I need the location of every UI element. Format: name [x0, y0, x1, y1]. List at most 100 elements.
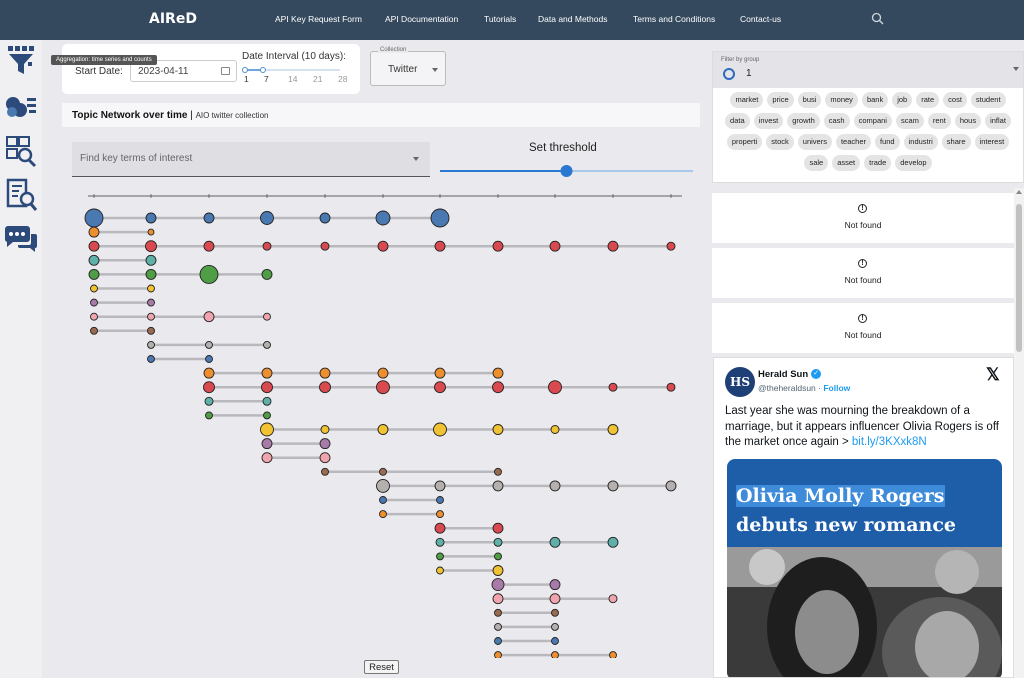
topic-node[interactable]: [377, 367, 389, 379]
topic-node[interactable]: [321, 467, 329, 476]
topic-node[interactable]: [548, 380, 562, 395]
search-icon[interactable]: [871, 12, 884, 25]
topic-node[interactable]: [607, 424, 619, 435]
topic-node[interactable]: [261, 268, 273, 280]
term-chip[interactable]: invest: [753, 113, 784, 129]
topic-node[interactable]: [494, 637, 502, 645]
topic-node[interactable]: [492, 367, 504, 379]
term-chip[interactable]: busi: [797, 92, 822, 108]
topic-node[interactable]: [434, 480, 446, 492]
term-chip[interactable]: rate: [916, 92, 940, 108]
topic-node[interactable]: [492, 565, 504, 576]
topic-node[interactable]: [145, 212, 157, 224]
tweet-handle[interactable]: @theheraldsun: [758, 383, 816, 393]
key-terms-search[interactable]: Find key terms of interest: [72, 142, 430, 177]
term-chip[interactable]: asset: [832, 155, 861, 171]
topic-node[interactable]: [90, 326, 98, 335]
topic-node[interactable]: [319, 212, 331, 224]
topic-node[interactable]: [379, 496, 387, 504]
nav-data-methods[interactable]: Data and Methods: [538, 14, 607, 24]
topic-node[interactable]: [379, 467, 387, 476]
topic-node[interactable]: [666, 241, 676, 251]
topic-node[interactable]: [262, 396, 272, 406]
topic-node[interactable]: [494, 608, 502, 617]
topic-node[interactable]: [145, 268, 157, 280]
topic-node[interactable]: [666, 382, 676, 392]
topic-node[interactable]: [203, 240, 215, 252]
topic-node[interactable]: [607, 240, 619, 252]
topic-node[interactable]: [261, 452, 273, 464]
term-chip[interactable]: univers: [797, 134, 832, 150]
topic-node[interactable]: [88, 254, 100, 266]
app-brand[interactable]: AIReD: [149, 11, 197, 27]
topic-node[interactable]: [147, 312, 155, 321]
topic-node[interactable]: [263, 411, 271, 420]
term-chip[interactable]: student: [970, 92, 1006, 108]
topic-node[interactable]: [260, 211, 274, 225]
topic-node[interactable]: [549, 579, 561, 591]
tweet-link[interactable]: bit.ly/3KXxk8N: [852, 436, 927, 448]
topic-node[interactable]: [88, 240, 100, 252]
topic-node[interactable]: [435, 537, 445, 547]
calendar-icon[interactable]: [221, 67, 230, 75]
threshold-slider[interactable]: [440, 160, 693, 182]
term-chip[interactable]: price: [767, 92, 794, 108]
term-chip[interactable]: market: [730, 92, 764, 108]
term-chip[interactable]: teacher: [835, 134, 871, 150]
topic-node[interactable]: [549, 593, 561, 605]
topic-node[interactable]: [665, 480, 677, 492]
topic-node[interactable]: [436, 496, 444, 504]
x-logo-icon[interactable]: 𝕏: [986, 365, 1000, 385]
topic-node[interactable]: [88, 226, 100, 238]
chat-bubbles-icon[interactable]: [3, 222, 39, 256]
topic-node[interactable]: [319, 381, 331, 394]
topic-node[interactable]: [492, 240, 504, 252]
term-chip[interactable]: compani: [853, 113, 892, 129]
topic-node[interactable]: [551, 651, 559, 658]
topic-node[interactable]: [607, 480, 619, 492]
topic-node[interactable]: [261, 381, 273, 394]
topic-node[interactable]: [608, 382, 618, 392]
topic-network-graph[interactable]: [76, 190, 696, 658]
document-search-icon[interactable]: [3, 178, 39, 212]
tweet-author-name[interactable]: Herald Sun: [758, 369, 808, 380]
term-chip[interactable]: interest: [974, 134, 1010, 150]
topic-node[interactable]: [492, 424, 504, 435]
group-filter-select[interactable]: Filter by group 1: [713, 52, 1023, 88]
topic-node[interactable]: [491, 578, 505, 592]
topic-node[interactable]: [320, 425, 330, 434]
scroll-up-icon[interactable]: [1016, 190, 1022, 194]
topic-node[interactable]: [377, 240, 389, 252]
topic-node[interactable]: [494, 552, 502, 561]
term-chip[interactable]: bank: [861, 92, 889, 108]
nav-api-documentation[interactable]: API Documentation: [385, 14, 458, 24]
term-chip[interactable]: money: [825, 92, 858, 108]
term-chip[interactable]: hous: [954, 113, 982, 129]
topic-node[interactable]: [377, 424, 389, 435]
topic-node[interactable]: [263, 340, 271, 349]
topic-node[interactable]: [205, 411, 213, 420]
topic-node[interactable]: [550, 425, 560, 434]
nav-contact[interactable]: Contact-us: [740, 14, 781, 24]
nav-tutorials[interactable]: Tutorials: [484, 14, 516, 24]
term-chip[interactable]: cost: [943, 92, 967, 108]
topic-node[interactable]: [147, 355, 155, 363]
topic-node[interactable]: [90, 312, 98, 321]
tweet-avatar[interactable]: HS: [725, 367, 755, 397]
topic-node[interactable]: [205, 340, 213, 349]
topic-node[interactable]: [205, 355, 213, 363]
term-chip[interactable]: share: [941, 134, 971, 150]
topic-node[interactable]: [263, 312, 271, 321]
topic-node[interactable]: [436, 566, 444, 575]
term-chip[interactable]: rent: [927, 113, 951, 129]
term-chip[interactable]: growth: [787, 113, 820, 129]
topic-bubbles-icon[interactable]: [3, 90, 39, 124]
term-chip[interactable]: data: [725, 113, 750, 129]
topic-node[interactable]: [261, 367, 273, 379]
topic-node[interactable]: [376, 380, 390, 395]
term-chip[interactable]: trade: [864, 155, 892, 171]
filter-funnel-icon[interactable]: [3, 44, 39, 78]
topic-node[interactable]: [147, 340, 155, 349]
topic-node[interactable]: [145, 240, 157, 253]
nav-api-key-request[interactable]: API Key Request Form: [275, 14, 362, 24]
